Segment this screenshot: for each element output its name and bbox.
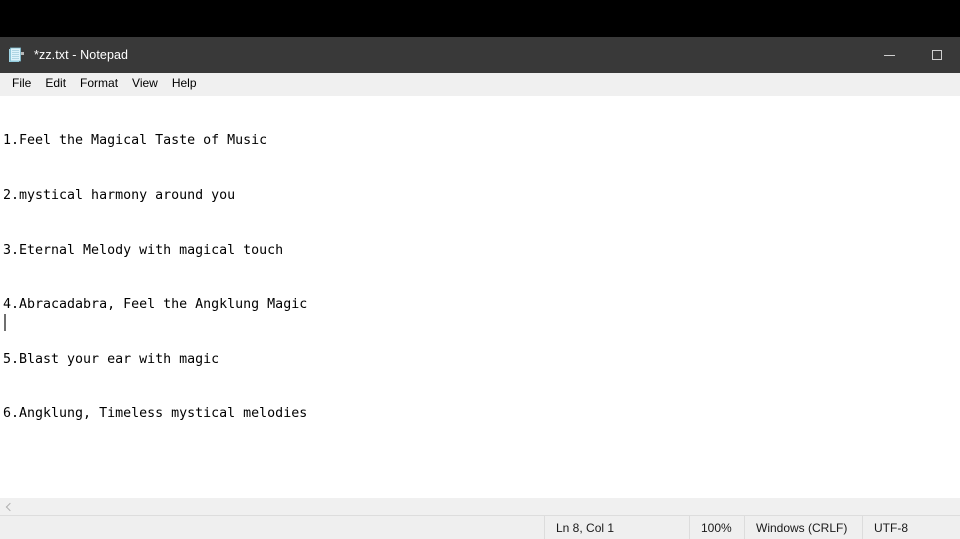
menu-item-help[interactable]: Help (165, 74, 204, 94)
menu-item-view[interactable]: View (125, 74, 165, 94)
minimize-icon (884, 54, 895, 56)
notepad-icon (8, 47, 25, 64)
maximize-button[interactable] (913, 37, 960, 73)
status-bar-spacer (0, 516, 544, 539)
text-line (3, 460, 960, 478)
status-line-ending[interactable]: Windows (CRLF) (744, 516, 862, 539)
text-editor[interactable]: 1.Feel the Magical Taste of Music 2.myst… (0, 96, 960, 497)
horizontal-scrollbar[interactable] (0, 497, 960, 515)
notepad-window: *zz.txt - Notepad File Edit Format View … (0, 37, 960, 539)
status-encoding[interactable]: UTF-8 (862, 516, 960, 539)
scroll-left-button[interactable] (0, 498, 17, 515)
text-line: 1.Feel the Magical Taste of Music (3, 133, 268, 149)
menu-item-format[interactable]: Format (73, 74, 125, 94)
menu-item-file[interactable]: File (5, 74, 38, 94)
window-title: *zz.txt - Notepad (34, 48, 129, 62)
text-caret (4, 314, 6, 331)
text-line: 4.Abracadabra, Feel the Angklung Magic (3, 297, 308, 313)
screen: *zz.txt - Notepad File Edit Format View … (0, 0, 960, 539)
text-line: 3.Eternal Melody with magical touch (3, 242, 284, 258)
status-zoom[interactable]: 100% (689, 516, 744, 539)
status-position: Ln 8, Col 1 (544, 516, 689, 539)
text-line: 5.Blast your ear with magic (3, 351, 220, 367)
text-line: 6.Angklung, Timeless mystical melodies (3, 406, 308, 422)
title-bar-left: *zz.txt - Notepad (0, 37, 128, 73)
text-line: 2.mystical harmony around you (3, 188, 236, 203)
maximize-icon (931, 50, 942, 60)
title-bar[interactable]: *zz.txt - Notepad (0, 37, 960, 73)
window-controls (866, 37, 960, 73)
menu-bar: File Edit Format View Help (0, 73, 960, 96)
text-content: 1.Feel the Magical Taste of Music 2.myst… (3, 96, 960, 497)
chevron-left-icon (5, 502, 14, 511)
minimize-button[interactable] (866, 37, 913, 73)
menu-item-edit[interactable]: Edit (38, 74, 73, 94)
status-bar: Ln 8, Col 1 100% Windows (CRLF) UTF-8 (0, 515, 960, 539)
